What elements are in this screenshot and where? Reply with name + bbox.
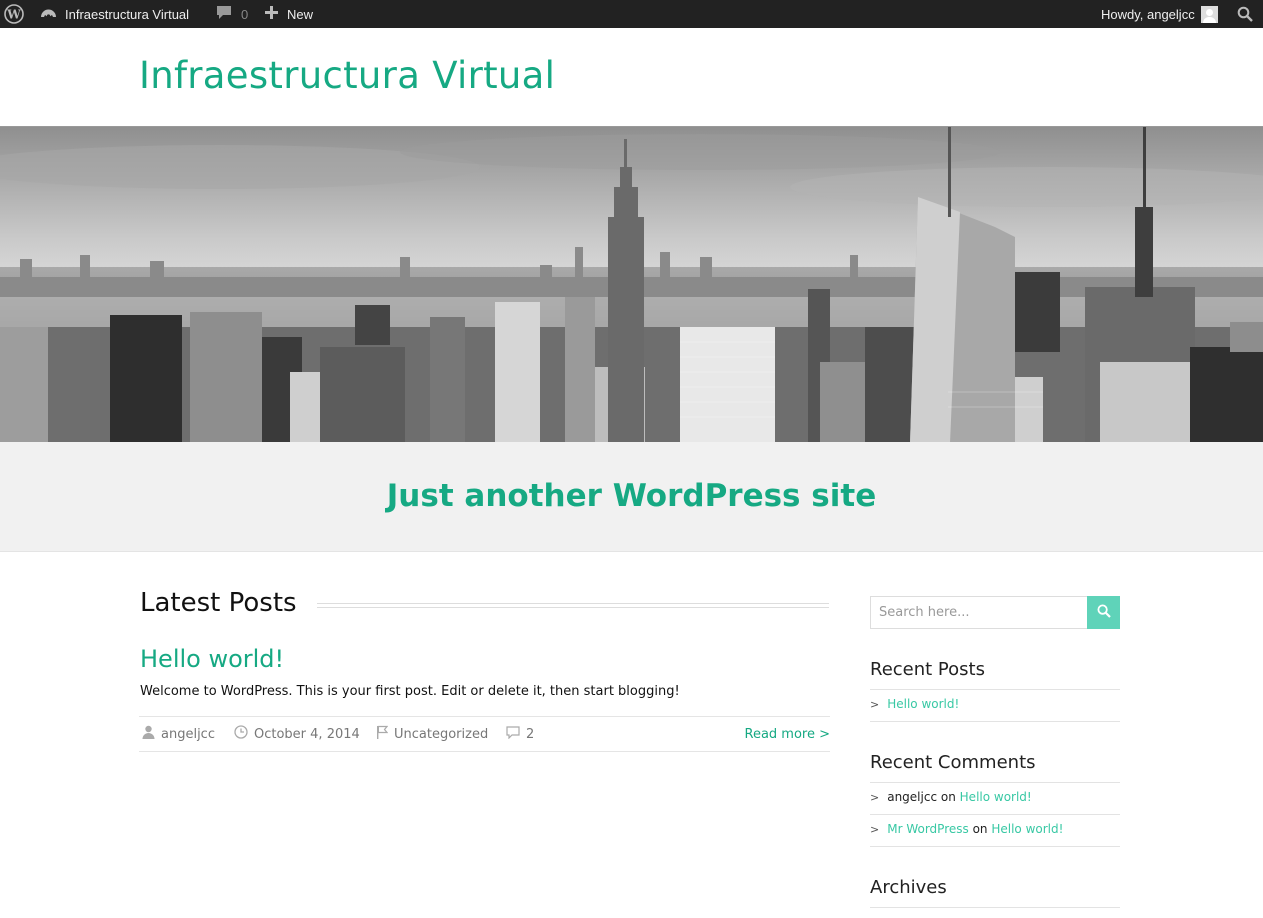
admin-comments-count: 0: [241, 6, 249, 22]
post-meta-bar: angeljcc October 4, 2014 Uncategorized 2…: [139, 716, 830, 752]
avatar: [1200, 5, 1218, 23]
wordpress-logo-icon[interactable]: W: [4, 0, 26, 28]
post-excerpt: Welcome to WordPress. This is your first…: [140, 684, 680, 699]
comment-post-link[interactable]: Hello world!: [960, 790, 1032, 804]
admin-bar: W Infraestructura Virtual 0 New Howdy, a…: [0, 0, 1263, 28]
header-skyline-image: [0, 126, 1263, 443]
admin-site-link[interactable]: Infraestructura Virtual: [40, 0, 189, 28]
flag-icon: [376, 725, 394, 743]
dashboard-icon: [40, 5, 57, 23]
chevron-right-icon: >: [870, 823, 880, 836]
post-comments-count: 2: [526, 726, 535, 742]
chevron-right-icon: >: [870, 698, 880, 711]
search-input[interactable]: [870, 596, 1088, 629]
comment-bubble-icon: [216, 5, 232, 23]
recent-post-link[interactable]: Hello world!: [887, 697, 959, 711]
recent-comment-item: > Mr WordPress on Hello world!: [870, 822, 1063, 836]
comment-on-text: on: [940, 790, 956, 804]
site-tagline: Just another WordPress site: [386, 478, 877, 514]
post-category-link[interactable]: Uncategorized: [376, 717, 488, 751]
widget-divider: [870, 814, 1120, 815]
post-date: October 4, 2014: [254, 726, 360, 742]
admin-new-label: New: [287, 6, 314, 22]
post-comments-link[interactable]: 2: [506, 717, 534, 751]
search-button[interactable]: [1087, 596, 1120, 629]
search-icon: [1097, 603, 1111, 622]
widget-divider: [870, 846, 1120, 847]
widget-divider: [870, 721, 1120, 722]
read-more-link[interactable]: Read more >: [745, 717, 831, 751]
admin-new-link[interactable]: New: [265, 0, 313, 28]
svg-text:W: W: [6, 8, 21, 22]
admin-account-menu[interactable]: Howdy, angeljcc: [1101, 0, 1218, 28]
comment-post-link[interactable]: Hello world!: [991, 822, 1063, 836]
site-title[interactable]: Infraestructura Virtual: [139, 54, 555, 97]
recent-posts-title: Recent Posts: [870, 659, 985, 680]
admin-comments-link[interactable]: 0: [216, 0, 248, 28]
sidebar-search-form: [870, 596, 1120, 629]
user-icon: [142, 725, 161, 743]
comment-icon: [506, 725, 526, 743]
chevron-right-icon: >: [870, 791, 880, 804]
recent-comment-item: > angeljcc on Hello world!: [870, 790, 1032, 804]
admin-site-name: Infraestructura Virtual: [65, 6, 190, 22]
widget-divider: [870, 907, 1120, 908]
plus-icon: [265, 6, 278, 22]
comment-author: angeljcc: [887, 790, 938, 804]
comment-on-text: on: [972, 822, 988, 836]
post-author: angeljcc: [161, 726, 215, 742]
widget-divider: [870, 782, 1120, 783]
clock-icon: [234, 725, 254, 743]
widget-divider: [870, 689, 1120, 690]
post-category: Uncategorized: [394, 726, 489, 742]
archives-title: Archives: [870, 877, 947, 898]
recent-comments-title: Recent Comments: [870, 752, 1036, 773]
latest-posts-heading: Latest Posts: [140, 588, 297, 618]
post-date-link[interactable]: October 4, 2014: [234, 717, 360, 751]
admin-search-icon[interactable]: [1237, 0, 1253, 28]
comment-author-link[interactable]: Mr WordPress: [887, 822, 969, 836]
heading-divider: [317, 603, 829, 608]
post-author-link[interactable]: angeljcc: [142, 717, 215, 751]
admin-howdy-text: Howdy, angeljcc: [1101, 6, 1195, 22]
post-title-link[interactable]: Hello world!: [140, 645, 284, 673]
recent-post-item: > Hello world!: [870, 697, 959, 711]
